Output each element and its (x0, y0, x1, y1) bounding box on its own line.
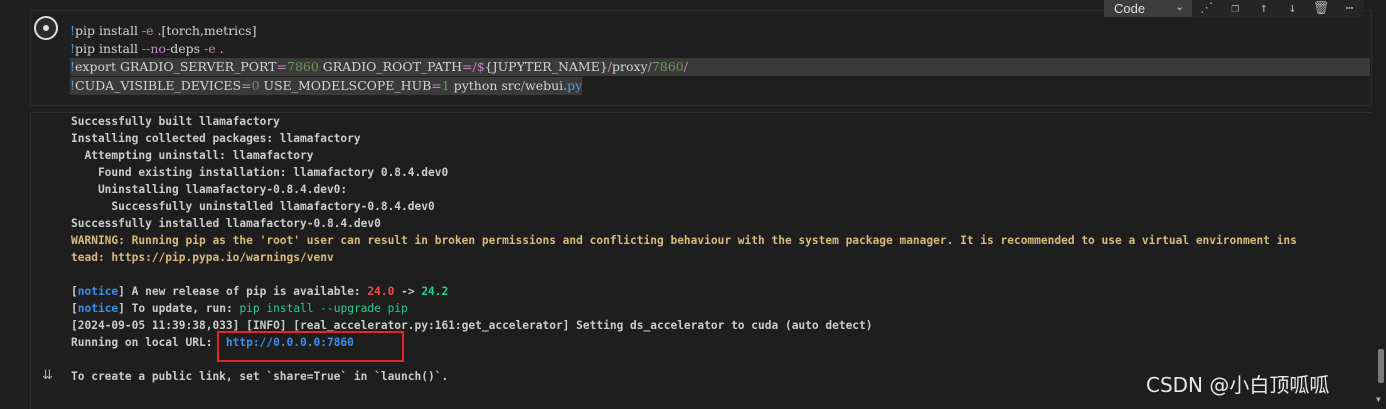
warning-line: tead: https://pip.pypa.io/warnings/venv (71, 251, 334, 264)
output-scrollbar[interactable]: ▼ (1375, 112, 1386, 408)
copy-icon[interactable]: ❐ (1221, 0, 1250, 17)
split-cell-icon[interactable]: ⋰ (1192, 0, 1221, 17)
output-line: Installing collected packages: llamafact… (71, 132, 361, 145)
output-line: Attempting uninstall: llamafactory (71, 149, 314, 162)
code-line-4[interactable]: !CUDA_VISIBLE_DEVICES=0 USE_MODELSCOPE_H… (70, 77, 583, 95)
code-line-1[interactable]: !pip install -e .[torch,metrics] (70, 22, 256, 40)
output-line: Found existing installation: llamafactor… (71, 166, 449, 179)
cell-toolbar: Code ⌄ ⋰ ❐ ↑ ↓ 🗑 ⋯ (1104, 0, 1364, 17)
output-line: [2024-09-05 11:39:38,033] [INFO] [real_a… (71, 319, 873, 332)
output-line: Successfully built llamafactory (71, 115, 280, 128)
more-icon[interactable]: ⋯ (1335, 0, 1364, 17)
move-up-icon[interactable]: ↑ (1250, 0, 1279, 17)
output-line: Uninstalling llamafactory-0.8.4.dev0: (71, 183, 348, 196)
cell-type-select[interactable]: Code ⌄ (1104, 0, 1193, 17)
warning-line: WARNING: Running pip as the 'root' user … (71, 234, 1297, 247)
collapse-output-icon[interactable]: ⇊ (42, 368, 53, 383)
highlight-box (217, 331, 404, 362)
output-line: Successfully installed llamafactory-0.8.… (71, 217, 381, 230)
output-line: To create a public link, set `share=True… (71, 370, 449, 383)
output-line: Successfully uninstalled llamafactory-0.… (71, 200, 435, 213)
run-cell-button[interactable] (34, 16, 58, 40)
notice-line: [notice] To update, run: pip install --u… (71, 302, 408, 315)
scroll-down-icon[interactable]: ▼ (1376, 395, 1381, 404)
code-line-3[interactable]: !export GRADIO_SERVER_PORT=7860 GRADIO_R… (70, 58, 1370, 76)
delete-icon[interactable]: 🗑 (1307, 0, 1336, 17)
scroll-thumb[interactable] (1378, 349, 1384, 383)
notice-line: [notice] A new release of pip is availab… (71, 285, 449, 298)
chevron-down-icon: ⌄ (1175, 1, 1185, 13)
run-icon (41, 23, 51, 33)
watermark: CSDN @小白顶呱呱 (1146, 373, 1330, 397)
move-down-icon[interactable]: ↓ (1278, 0, 1307, 17)
code-line-2[interactable]: !pip install --no-deps -e . (70, 40, 224, 58)
